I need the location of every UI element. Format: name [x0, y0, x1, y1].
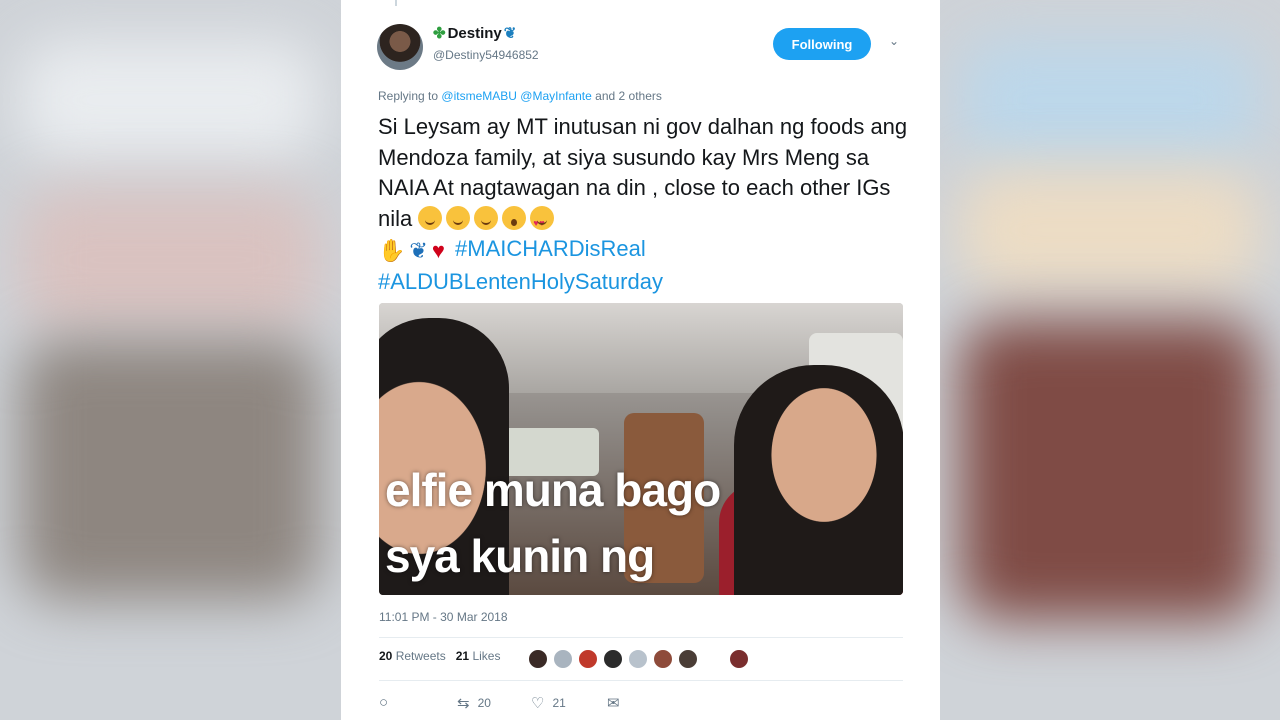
tweet-text: Si Leysam ay MT inutusan ni gov dalhan n… — [378, 112, 908, 297]
heart-eyes-face-icon — [530, 205, 555, 238]
heart-icon: ♡ — [531, 695, 545, 712]
retweets-stat[interactable]: 20 Retweets — [379, 649, 446, 663]
chevron-down-icon[interactable]: ⌄ — [889, 34, 903, 48]
likes-label: Likes — [472, 649, 501, 663]
retweets-label: Retweets — [395, 649, 446, 663]
liker-avatar[interactable] — [552, 648, 574, 670]
astonished-face-icon — [502, 205, 527, 230]
reply-button[interactable]: ○ — [379, 694, 388, 711]
likes-stat[interactable]: 21 Likes — [456, 649, 501, 663]
replying-suffix[interactable]: and 2 others — [595, 89, 662, 103]
photo-caption-line: sya kunin ng — [385, 530, 655, 582]
reply-mention-link[interactable]: @MayInfante — [520, 89, 592, 103]
butterfly-icon: ❦ — [503, 25, 517, 42]
tweet-timestamp[interactable]: 11:01 PM - 30 Mar 2018 — [379, 610, 508, 624]
direct-message-button[interactable]: ✉ — [607, 694, 620, 712]
tweet-photo[interactable]: elfie muna bago sya kunin ng — [379, 303, 903, 595]
hashtag-link[interactable]: #ALDUBLentenHolySaturday — [378, 269, 663, 294]
upside-down-face-icon — [446, 205, 471, 230]
tweet-actions: ○ ⇆ 20 ♡ 21 ✉ — [379, 694, 679, 714]
four-leaf-clover-icon: ✤ — [433, 25, 446, 42]
engagement-stats: 20 Retweets 21 Likes — [379, 649, 500, 663]
hashtag-link[interactable]: #MAICHARDisReal — [455, 236, 646, 261]
retweet-count: 20 — [477, 696, 491, 710]
winking-face-icon — [474, 205, 499, 230]
retweets-count: 20 — [379, 649, 393, 663]
envelope-icon: ✉ — [607, 695, 620, 712]
liker-avatars — [527, 648, 750, 670]
photo-caption-line: elfie muna bago — [385, 464, 721, 516]
like-count: 21 — [552, 696, 566, 710]
thread-connector — [395, 0, 397, 6]
likes-count: 21 — [455, 649, 470, 663]
person-right — [734, 365, 903, 595]
author-name[interactable]: Destiny — [448, 25, 502, 42]
smiling-face-blushing-icon — [418, 205, 443, 230]
like-button[interactable]: ♡ 21 — [531, 694, 566, 712]
liker-avatar[interactable] — [527, 648, 549, 670]
red-heart-icon: ♥ — [431, 238, 445, 263]
divider — [379, 680, 903, 681]
retweet-button[interactable]: ⇆ 20 — [457, 694, 491, 712]
liker-avatar[interactable] — [577, 648, 599, 670]
author-handle[interactable]: @Destiny54946852 — [433, 48, 539, 62]
liker-avatar[interactable] — [602, 648, 624, 670]
tweet-header: ✤ Destiny ❦ @Destiny54946852 Following ⌄ — [377, 22, 907, 72]
following-button[interactable]: Following — [773, 28, 871, 60]
avatar[interactable] — [377, 24, 423, 70]
author-name-row[interactable]: ✤ Destiny ❦ — [433, 24, 516, 42]
replying-prefix: Replying to — [378, 89, 439, 103]
divider — [379, 637, 903, 638]
reply-mention-link[interactable]: @itsmeMABU — [441, 89, 517, 103]
tweet-card: ✤ Destiny ❦ @Destiny54946852 Following ⌄ R… — [341, 0, 940, 720]
replying-to: Replying to @itsmeMABU @MayInfante and 2… — [378, 89, 662, 103]
reply-icon: ○ — [379, 694, 389, 711]
liker-avatar[interactable] — [652, 648, 674, 670]
folded-hands-icon: ✋ — [378, 238, 406, 263]
liker-avatar[interactable] — [728, 648, 750, 670]
butterfly-emoji-icon: ❦ — [409, 238, 428, 263]
liker-avatar[interactable] — [627, 648, 649, 670]
retweet-icon: ⇆ — [457, 695, 470, 712]
liker-avatar[interactable] — [677, 648, 699, 670]
